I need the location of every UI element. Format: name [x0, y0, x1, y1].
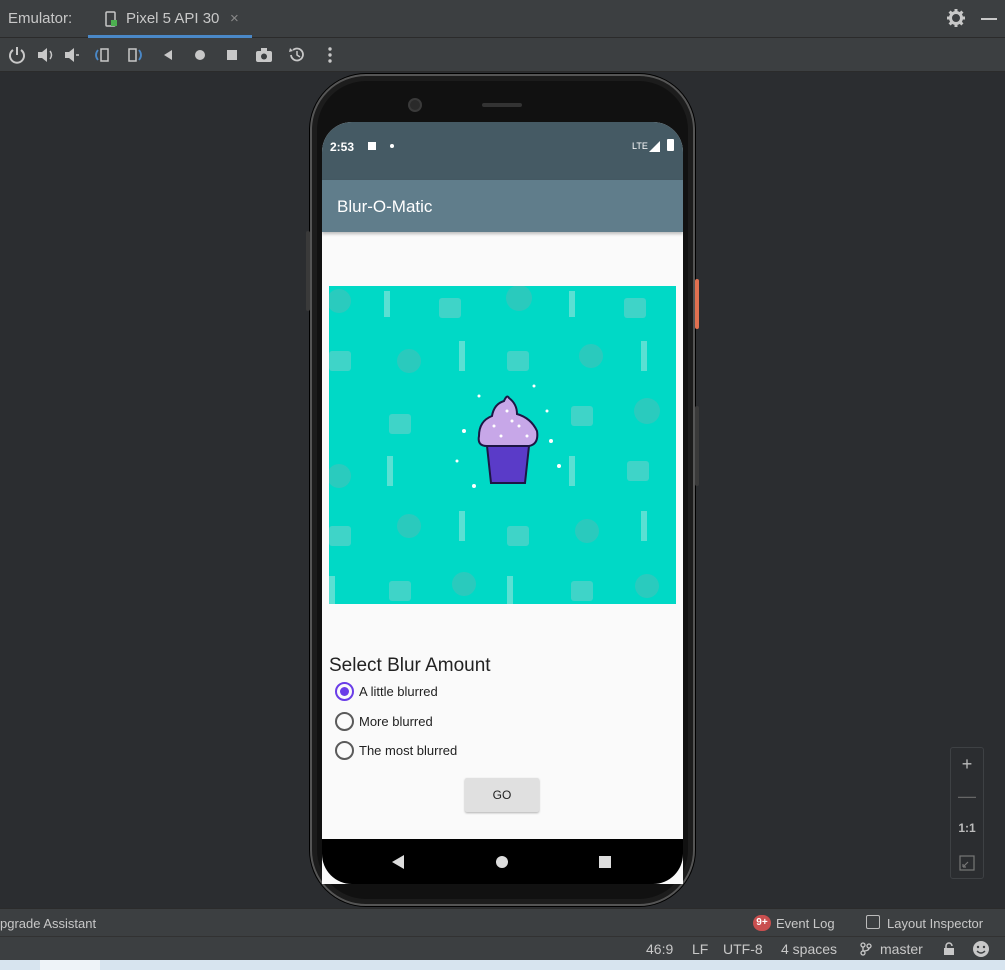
feedback-smile-icon[interactable]: [972, 940, 990, 958]
select-blur-title: Select Blur Amount: [329, 655, 491, 676]
notification-dot-icon: [390, 144, 394, 148]
front-camera: [408, 98, 422, 112]
rotate-right-icon[interactable]: [125, 45, 145, 65]
snapshot-icon[interactable]: [287, 45, 307, 65]
power-icon[interactable]: [7, 45, 27, 65]
tool-window-bar: pgrade Assistant 9+ Event Log Layout Ins…: [0, 908, 1005, 936]
layout-inspector-tab[interactable]: Layout Inspector: [887, 916, 983, 931]
overview-icon[interactable]: [222, 45, 242, 65]
file-encoding[interactable]: UTF-8: [723, 941, 763, 957]
zoom-out-button[interactable]: —: [951, 780, 983, 812]
radio-button-icon[interactable]: [335, 712, 354, 731]
volume-up-icon[interactable]: [36, 45, 56, 65]
lock-icon[interactable]: [942, 942, 956, 956]
rotate-left-icon[interactable]: [92, 45, 112, 65]
phone-screen[interactable]: 2:53 LTE Blur-O-Matic Select Blur Amount…: [322, 122, 683, 884]
radio-label: More blurred: [359, 714, 433, 729]
radio-button-icon[interactable]: [335, 741, 354, 760]
nav-back-icon[interactable]: [392, 855, 404, 869]
nav-home-icon[interactable]: [496, 856, 508, 868]
zoom-controls: + — 1:1: [950, 747, 984, 879]
layout-inspector-icon: [866, 915, 880, 929]
radio-button-icon[interactable]: [335, 682, 354, 701]
earpiece-speaker: [482, 103, 522, 107]
emulator-header: Emulator: Pixel 5 API 30 ×: [0, 0, 1005, 38]
cursor-position[interactable]: 46:9: [646, 941, 673, 957]
radio-a-little-blurred[interactable]: A little blurred: [335, 680, 535, 704]
fit-screen-icon[interactable]: [951, 846, 983, 878]
os-taskbar: [0, 960, 1005, 970]
event-log-tab[interactable]: Event Log: [776, 916, 835, 931]
git-branch[interactable]: master: [880, 941, 923, 957]
go-button[interactable]: GO: [465, 778, 539, 812]
emulator-toolbar: [0, 38, 1005, 72]
status-time: 2:53: [330, 140, 355, 154]
device-icon: [105, 11, 117, 27]
close-icon[interactable]: ×: [230, 10, 239, 27]
cupcake-illustration: [329, 286, 660, 604]
radio-label: A little blurred: [359, 684, 438, 699]
emulator-label: Emulator:: [8, 10, 73, 27]
sim-icon: [368, 142, 376, 150]
line-separator[interactable]: LF: [692, 941, 708, 957]
power-side-button: [695, 279, 699, 329]
zoom-1to1-button[interactable]: 1:1: [951, 812, 983, 844]
more-icon[interactable]: [320, 45, 340, 65]
radio-the-most-blurred[interactable]: The most blurred: [335, 739, 535, 763]
upgrade-assistant-tab[interactable]: pgrade Assistant: [0, 916, 96, 931]
android-nav-bar: [322, 839, 683, 884]
screenshot-icon[interactable]: [254, 45, 274, 65]
signal-icon: [649, 141, 660, 152]
app-title: Blur-O-Matic: [337, 197, 433, 216]
radio-more-blurred[interactable]: More blurred: [335, 710, 535, 734]
event-count-badge: 9+: [753, 915, 771, 931]
nav-recents-icon[interactable]: [599, 856, 611, 868]
gear-icon[interactable]: [946, 8, 966, 28]
branch-icon: [860, 942, 872, 956]
lte-label: LTE: [632, 141, 648, 151]
side-button-left: [306, 231, 310, 311]
volume-side-button: [695, 406, 699, 486]
status-bar: 2:53 LTE: [322, 122, 683, 180]
home-icon[interactable]: [190, 45, 210, 65]
zoom-in-button[interactable]: +: [951, 748, 983, 780]
tab-pixel5[interactable]: Pixel 5 API 30 ×: [88, 0, 252, 38]
volume-down-icon[interactable]: [62, 45, 82, 65]
tab-label: Pixel 5 API 30: [126, 10, 220, 27]
ide-status-bar: 46:9 LF UTF-8 4 spaces master: [0, 936, 1005, 960]
phone-frame: 2:53 LTE Blur-O-Matic Select Blur Amount…: [306, 74, 699, 906]
battery-icon: [667, 139, 674, 151]
back-icon[interactable]: [158, 45, 178, 65]
taskbar-item[interactable]: [40, 960, 100, 970]
minimize-icon[interactable]: [981, 18, 997, 20]
cupcake-image: [329, 286, 676, 604]
radio-label: The most blurred: [359, 743, 458, 758]
indent-setting[interactable]: 4 spaces: [781, 941, 837, 957]
app-bar: Blur-O-Matic: [322, 180, 683, 232]
